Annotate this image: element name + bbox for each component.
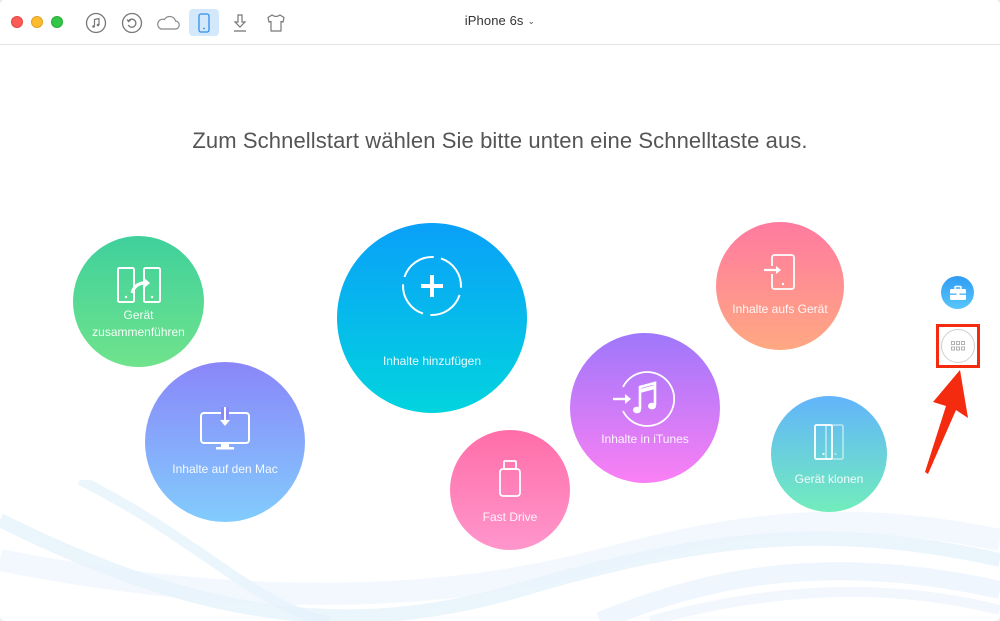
shortcut-label: zusammenführen — [92, 325, 185, 339]
toolbox-button[interactable] — [941, 276, 974, 309]
usb-drive-icon — [499, 459, 521, 497]
shortcut-clone-device[interactable]: Gerät klonen — [771, 396, 887, 512]
titlebar: iPhone 6s ⌄ — [0, 0, 1000, 45]
phone-import-icon — [764, 253, 795, 290]
page-title: Zum Schnellstart wählen Sie bitte unten … — [192, 128, 808, 153]
device-selector[interactable]: iPhone 6s ⌄ — [0, 13, 1000, 28]
itunes-transfer-icon — [613, 370, 675, 427]
merge-devices-icon — [116, 267, 161, 303]
shortcut-label: Inhalte aufs Gerät — [732, 301, 828, 316]
shortcut-label: Inhalte in iTunes — [601, 431, 689, 446]
app-window: iPhone 6s ⌄ Zum Schnellstart wählen Sie b… — [0, 0, 1000, 621]
shortcut-label: Fast Drive — [482, 509, 538, 524]
monitor-download-icon — [200, 406, 250, 449]
shortcut-merge-device[interactable]: Gerät zusammenführen — [73, 236, 204, 367]
shortcut-fast-drive[interactable]: Fast Drive — [450, 430, 570, 550]
shortcut-content-to-mac[interactable]: Inhalte auf den Mac — [145, 362, 305, 522]
shortcut-label: Gerät klonen — [794, 471, 864, 486]
shortcut-label: Gerät — [123, 308, 154, 322]
add-plus-icon — [402, 255, 462, 316]
chevron-down-icon: ⌄ — [527, 16, 536, 26]
device-name: iPhone 6s — [464, 13, 524, 28]
shortcut-content-to-itunes[interactable]: Inhalte in iTunes — [570, 333, 720, 483]
shortcut-add-content[interactable]: Inhalte hinzufügen — [337, 223, 527, 413]
clone-device-icon — [814, 423, 844, 460]
shortcut-label: Inhalte hinzufügen — [382, 353, 482, 368]
highlight-annotation-box — [936, 324, 980, 368]
toolbox-icon — [949, 285, 966, 300]
annotation-arrow-icon — [925, 370, 968, 474]
shortcut-content-to-device[interactable]: Inhalte aufs Gerät — [716, 222, 844, 350]
shortcut-label: Inhalte auf den Mac — [172, 461, 278, 476]
